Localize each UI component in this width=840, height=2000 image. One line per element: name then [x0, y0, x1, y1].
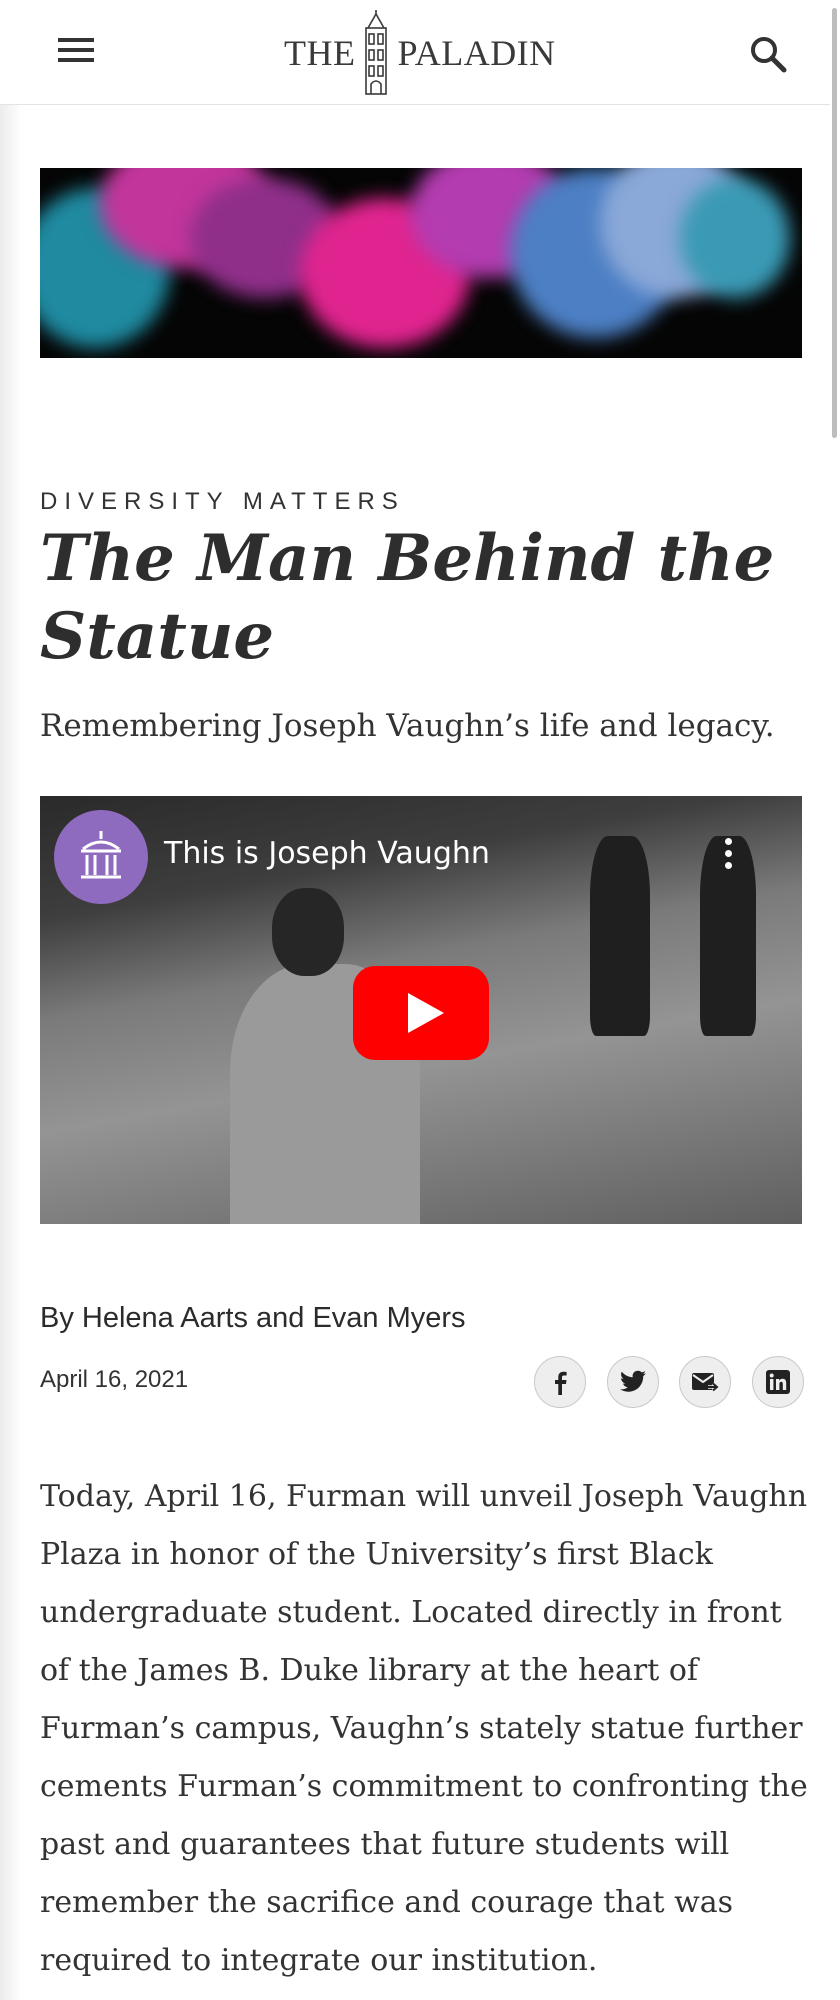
logo-text-the: THE: [284, 33, 356, 73]
video-subject-head: [272, 888, 344, 976]
article-byline: By Helena Aarts and Evan Myers: [40, 1302, 466, 1334]
email-share-button[interactable]: [679, 1356, 731, 1408]
article-body-paragraph: Today, April 16, Furman will unveil Jose…: [40, 1479, 808, 1978]
more-options-icon[interactable]: [722, 838, 734, 878]
hamburger-menu-icon[interactable]: [58, 38, 94, 66]
furman-bell-tower-icon: [81, 831, 121, 879]
linkedin-icon: [766, 1370, 790, 1394]
video-title[interactable]: This is Joseph Vaughn: [164, 836, 490, 871]
site-logo[interactable]: THE PALADIN: [284, 10, 556, 96]
article-title: The Man Behind the Statue: [40, 521, 775, 674]
twitter-icon: [620, 1370, 646, 1392]
linkedin-share-button[interactable]: [752, 1356, 804, 1408]
search-icon[interactable]: [748, 34, 788, 74]
page-edge-shade: [0, 0, 22, 2000]
channel-avatar[interactable]: [54, 810, 148, 904]
article-category[interactable]: DIVERSITY MATTERS: [40, 488, 405, 516]
youtube-play-icon[interactable]: [353, 966, 489, 1060]
embedded-video[interactable]: This is Joseph Vaughn: [40, 796, 802, 1224]
site-header: THE PALADIN: [0, 0, 836, 105]
facebook-share-button[interactable]: [534, 1356, 586, 1408]
background-person: [590, 836, 650, 1036]
bell-tower-icon: [365, 10, 388, 95]
email-icon: [692, 1373, 719, 1392]
scrollbar-thumb[interactable]: [832, 8, 837, 438]
scrollbar[interactable]: [830, 0, 840, 2000]
article-subtitle: Remembering Joseph Vaughn’s life and leg…: [40, 708, 775, 744]
facebook-icon: [555, 1371, 567, 1395]
hero-banner-image: [40, 168, 802, 358]
logo-text-paladin: PALADIN: [397, 33, 556, 73]
article-date: April 16, 2021: [40, 1366, 189, 1393]
twitter-share-button[interactable]: [607, 1356, 659, 1408]
